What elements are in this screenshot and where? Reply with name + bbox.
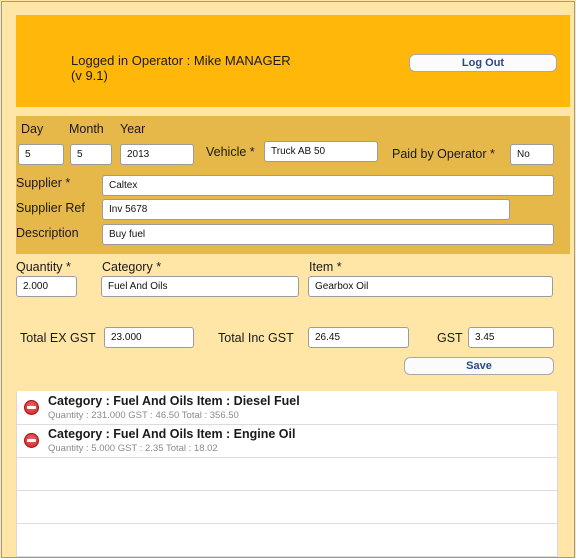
logout-button[interactable]: Log Out (409, 54, 557, 72)
description-label: Description (16, 226, 79, 240)
total-inc-gst-label: Total Inc GST (218, 331, 294, 345)
save-button[interactable]: Save (404, 357, 554, 375)
gst-field[interactable]: 3.45 (468, 327, 554, 348)
year-field[interactable]: 2013 (120, 144, 194, 165)
items-list: Category : Fuel And Oils Item : Diesel F… (16, 391, 558, 557)
day-label: Day (21, 122, 44, 136)
category-label: Category * (102, 260, 162, 274)
entry-panel: Day Month Year 5 5 2013 Vehicle * Truck … (16, 116, 570, 254)
list-item[interactable]: Category : Fuel And Oils Item : Diesel F… (17, 391, 557, 425)
vehicle-field[interactable]: Truck AB 50 (264, 141, 378, 162)
supplier-ref-label: Supplier Ref (16, 201, 85, 215)
year-label: Year (120, 122, 146, 136)
delete-minus-icon[interactable] (24, 400, 39, 415)
total-ex-gst-label: Total EX GST (20, 331, 96, 345)
header-bar: Logged in Operator : Mike MANAGER (v 9.1… (16, 15, 570, 107)
list-item[interactable]: Category : Fuel And Oils Item : Engine O… (17, 424, 557, 458)
version-text: (v 9.1) (71, 68, 108, 83)
paid-by-operator-label: Paid by Operator * (392, 147, 495, 161)
item-field[interactable]: Gearbox Oil (308, 276, 553, 297)
item-details: Quantity : 5.000 GST : 2.35 Total : 18.0… (48, 443, 218, 454)
item-label: Item * (309, 260, 342, 274)
operator-info: Logged in Operator : Mike MANAGER (v 9.1… (71, 53, 291, 83)
month-label: Month (69, 122, 104, 136)
day-field[interactable]: 5 (18, 144, 64, 165)
operator-text: Logged in Operator : Mike MANAGER (71, 53, 291, 68)
delete-minus-icon[interactable] (24, 433, 39, 448)
category-field[interactable]: Fuel And Oils (101, 276, 299, 297)
total-ex-gst-field[interactable]: 23.000 (104, 327, 194, 348)
item-title: Category : Fuel And Oils Item : Engine O… (48, 427, 296, 441)
quantity-label: Quantity * (16, 260, 71, 274)
month-field[interactable]: 5 (70, 144, 112, 165)
empty-row (17, 457, 557, 491)
paid-by-operator-field[interactable]: No (510, 144, 554, 165)
supplier-field[interactable]: Caltex (102, 175, 554, 196)
description-field[interactable]: Buy fuel (102, 224, 554, 245)
supplier-label: Supplier * (16, 176, 71, 190)
item-title: Category : Fuel And Oils Item : Diesel F… (48, 394, 300, 408)
vehicle-label: Vehicle * (206, 145, 255, 159)
total-inc-gst-field[interactable]: 26.45 (308, 327, 409, 348)
item-details: Quantity : 231.000 GST : 46.50 Total : 3… (48, 410, 239, 421)
empty-row (17, 523, 557, 557)
quantity-field[interactable]: 2.000 (16, 276, 77, 297)
gst-label: GST (437, 331, 463, 345)
supplier-ref-field[interactable]: Inv 5678 (102, 199, 510, 220)
empty-row (17, 490, 557, 524)
